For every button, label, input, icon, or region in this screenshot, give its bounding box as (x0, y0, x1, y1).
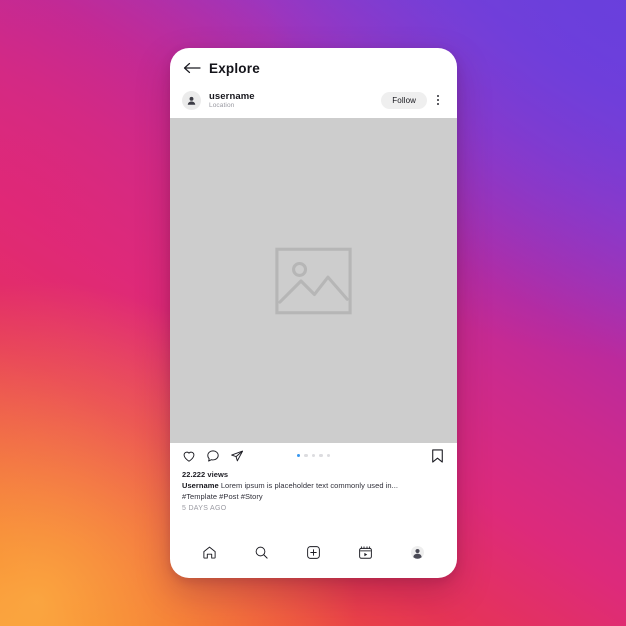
nav-search[interactable] (250, 540, 274, 564)
heart-icon[interactable] (182, 449, 196, 463)
bottom-navigation (170, 532, 457, 578)
explore-header: Explore (170, 48, 457, 82)
image-placeholder-icon (274, 247, 352, 314)
media-placeholder-area (182, 118, 444, 443)
save-post-button[interactable] (431, 448, 444, 463)
follow-button[interactable]: Follow (381, 91, 427, 109)
nav-create[interactable] (301, 540, 325, 564)
views-count: 22.222 views (182, 470, 229, 479)
carousel-dot[interactable] (326, 453, 331, 458)
person-icon (187, 96, 196, 105)
post-author-meta[interactable]: username Location (209, 91, 381, 110)
carousel-dot[interactable] (296, 453, 301, 458)
page-title: Explore (209, 60, 260, 76)
gradient-background: Explore username Location Follow 22.222 … (0, 0, 626, 626)
nav-reels[interactable] (353, 540, 377, 564)
comment-bubble-icon[interactable] (206, 449, 220, 463)
bookmark-icon (432, 448, 443, 463)
post-timestamp: 5 DAYS AGO (182, 505, 227, 512)
username-label: username (209, 90, 255, 102)
caption-text: Lorem ipsum is placeholder text commonly… (220, 481, 399, 490)
search-icon (255, 546, 268, 559)
profile-icon (410, 545, 424, 559)
carousel-dot[interactable] (311, 453, 316, 458)
nav-home[interactable] (198, 540, 222, 564)
home-icon (203, 546, 216, 559)
post-header: username Location Follow (170, 82, 457, 118)
post-actions (170, 443, 457, 468)
add-post-icon (307, 545, 320, 559)
kebab-menu-icon[interactable] (431, 92, 445, 109)
avatar[interactable] (182, 90, 201, 110)
paper-plane-icon[interactable] (230, 449, 244, 463)
post-caption: 22.222 views Username Lorem ipsum is pla… (170, 468, 457, 514)
carousel-dot[interactable] (319, 453, 323, 458)
post-actions-left (182, 449, 244, 463)
nav-profile[interactable] (405, 540, 429, 564)
carousel-dot[interactable] (304, 453, 308, 458)
arrow-left-icon[interactable] (183, 62, 201, 74)
post-media[interactable] (170, 118, 457, 443)
location-label: Location (209, 101, 235, 109)
phone-mockup-card: Explore username Location Follow 22.222 … (170, 48, 457, 578)
caption-line: Username Lorem ipsum is placeholder text… (182, 480, 444, 491)
caption-author[interactable]: Username (182, 481, 219, 490)
reels-icon (358, 545, 372, 559)
hashtags[interactable]: #Template #Post #Story (182, 491, 444, 502)
